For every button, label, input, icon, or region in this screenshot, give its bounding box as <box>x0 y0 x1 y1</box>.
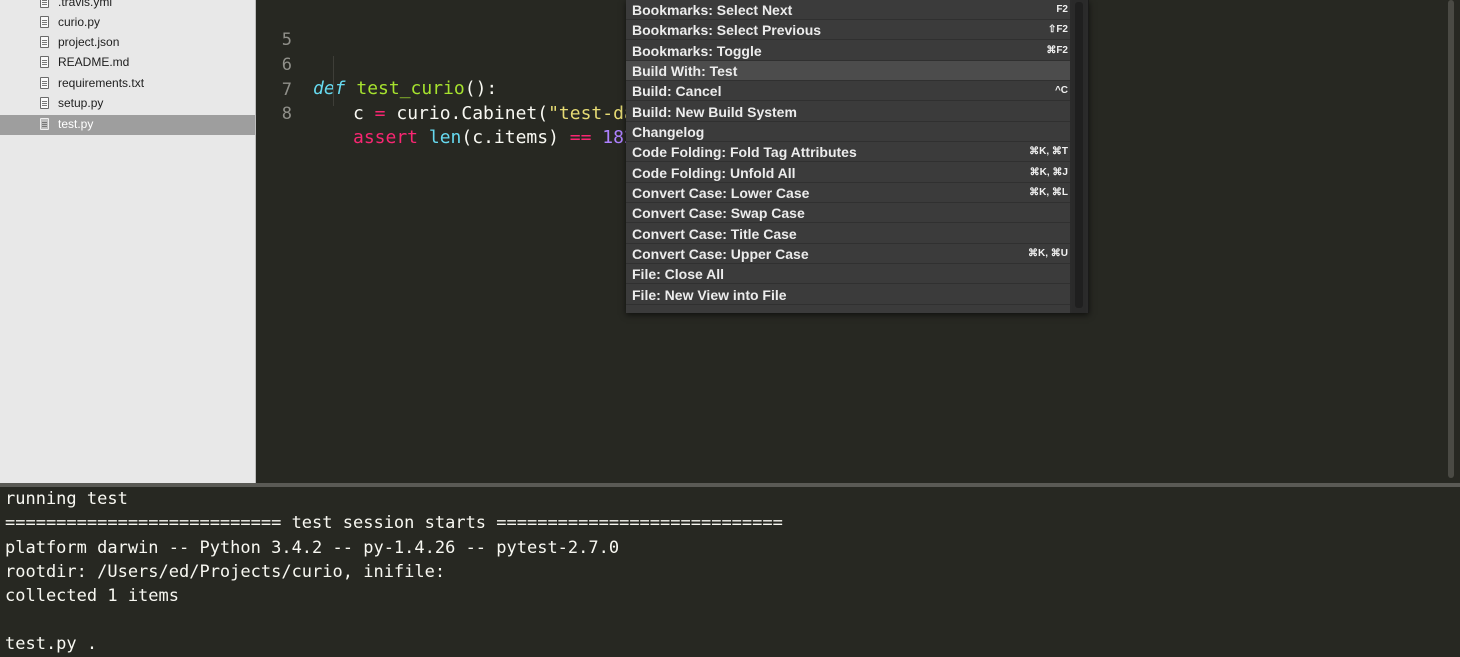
command-item[interactable]: Convert Case: Lower Case ⌘K, ⌘L <box>626 183 1070 203</box>
command-label: Bookmarks: Toggle <box>632 43 762 59</box>
sidebar-file-curio[interactable]: curio.py <box>0 13 255 33</box>
file-label: test.py <box>58 117 94 131</box>
command-label: Build: New Build System <box>632 104 797 120</box>
command-shortcut: F2 <box>1056 4 1068 15</box>
output-line: test.py . <box>5 634 98 654</box>
sidebar-file-readme[interactable]: README.md <box>0 53 255 73</box>
sidebar-file-travis[interactable]: .travis.yml <box>0 0 255 13</box>
command-shortcut: ⌘K, ⌘J <box>1029 167 1068 178</box>
command-item[interactable]: Bookmarks: Toggle ⌘F2 <box>626 41 1070 61</box>
command-label: Convert Case: Title Case <box>632 226 797 242</box>
command-shortcut: ^C <box>1054 85 1068 96</box>
sidebar-file-requirements[interactable]: requirements.txt <box>0 74 255 94</box>
file-label: README.md <box>58 55 130 69</box>
output-line: collected 1 items <box>5 586 179 606</box>
command-item[interactable]: File: New View into File <box>626 285 1070 305</box>
command-label: Code Folding: Fold Tag Attributes <box>632 144 857 160</box>
command-item[interactable]: Changelog <box>626 122 1070 142</box>
file-label: .travis.yml <box>58 0 112 9</box>
command-item[interactable]: Convert Case: Swap Case <box>626 203 1070 223</box>
command-label: Convert Case: Upper Case <box>632 246 809 262</box>
command-label: Bookmarks: Select Previous <box>632 22 822 38</box>
command-label: Changelog <box>632 124 705 140</box>
editor-scrollbar[interactable] <box>1448 0 1454 478</box>
command-shortcut: ⌘K, ⌘L <box>1029 187 1068 198</box>
command-label: Code Folding: Unfold All <box>632 165 796 181</box>
line-number: 8 <box>281 104 292 124</box>
command-shortcut: ⌘K, ⌘T <box>1029 146 1068 157</box>
sidebar-file-tree: .travis.yml curio.py project.json README… <box>0 0 256 484</box>
file-icon <box>40 0 49 8</box>
sidebar-file-setup[interactable]: setup.py <box>0 94 255 114</box>
file-label: requirements.txt <box>58 76 145 90</box>
command-item[interactable]: Bookmarks: Select Previous ⇧F2 <box>626 20 1070 40</box>
file-icon <box>40 118 49 130</box>
file-label: curio.py <box>58 15 101 29</box>
sidebar-file-test[interactable]: test.py <box>0 115 255 135</box>
command-item[interactable]: Code Folding: Fold Tag Attributes ⌘K, ⌘T <box>626 142 1070 162</box>
sidebar-file-project-json[interactable]: project.json <box>0 33 255 53</box>
file-label: project.json <box>58 35 120 49</box>
code-text: assert len(c.items) == 182 <box>353 127 635 148</box>
file-icon <box>40 16 49 28</box>
command-label: Convert Case: Lower Case <box>632 185 810 201</box>
build-output-panel: running test ===========================… <box>0 487 1460 657</box>
command-shortcut: ⇧F2 <box>1047 24 1068 35</box>
output-line: running test <box>5 489 128 509</box>
command-label: File: Close All <box>632 266 725 282</box>
command-label: Bookmarks: Select Next <box>632 2 793 18</box>
command-item[interactable]: Build: New Build System <box>626 102 1070 122</box>
file-icon <box>40 77 49 89</box>
output-line: platform darwin -- Python 3.4.2 -- py-1.… <box>5 538 620 558</box>
code-text: c = curio.Cabinet("test-dat <box>353 103 646 124</box>
file-icon <box>40 56 49 68</box>
command-item[interactable]: Bookmarks: Select Next F2 <box>626 0 1070 20</box>
command-item[interactable]: Convert Case: Upper Case ⌘K, ⌘U <box>626 244 1070 264</box>
command-shortcut: ⌘K, ⌘U <box>1028 248 1068 259</box>
command-palette: Bookmarks: Select Next F2 Bookmarks: Sel… <box>626 0 1089 313</box>
command-item-selected[interactable]: Build With: Test <box>626 61 1070 81</box>
output-line: =========================== test session… <box>5 513 783 533</box>
command-label: Build: Cancel <box>632 83 722 99</box>
command-label: Build With: Test <box>632 63 738 79</box>
scrollbar-thumb[interactable] <box>1075 2 1083 308</box>
command-item[interactable]: Code Folding: Unfold All ⌘K, ⌘J <box>626 163 1070 183</box>
command-label: Convert Case: Swap Case <box>632 205 805 221</box>
command-label: File: New View into File <box>632 287 787 303</box>
file-label: setup.py <box>58 96 104 110</box>
output-line: rootdir: /Users/ed/Projects/curio, inifi… <box>5 562 446 582</box>
command-item[interactable]: File: Close All <box>626 264 1070 284</box>
command-palette-scrollbar[interactable] <box>1072 0 1086 313</box>
command-item[interactable]: Convert Case: Title Case <box>626 224 1070 244</box>
file-icon <box>40 97 49 109</box>
file-icon <box>40 36 49 48</box>
command-shortcut: ⌘F2 <box>1046 45 1068 56</box>
command-item[interactable]: Build: Cancel ^C <box>626 81 1070 101</box>
command-palette-list: Bookmarks: Select Next F2 Bookmarks: Sel… <box>626 0 1070 313</box>
